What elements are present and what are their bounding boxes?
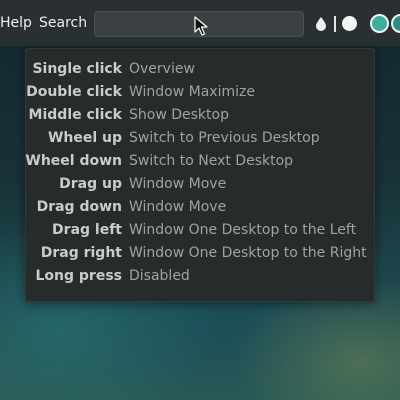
- action-label: Wheel up: [47, 130, 122, 146]
- list-item: Double click Window Maximize: [26, 82, 376, 102]
- circle-white-icon[interactable]: [342, 16, 357, 31]
- effect-label: Window One Desktop to the Right: [129, 245, 367, 261]
- effect-label: Switch to Next Desktop: [129, 153, 294, 169]
- circle-teal-icon[interactable]: [370, 14, 389, 33]
- list-item: Wheel up Switch to Previous Desktop: [26, 128, 376, 148]
- list-item: Long press Disabled: [26, 266, 376, 286]
- effect-label: Window Move: [129, 176, 227, 192]
- effect-label: Overview: [129, 61, 195, 77]
- list-item: Middle click Show Desktop: [26, 105, 376, 125]
- help-menu[interactable]: Help: [0, 14, 32, 32]
- effect-label: Disabled: [129, 268, 190, 284]
- action-label: Drag down: [36, 199, 122, 215]
- list-item: Drag left Window One Desktop to the Left: [26, 220, 376, 240]
- mouse-actions-tooltip: Single click Overview Double click Windo…: [25, 48, 375, 302]
- action-label: Single click: [32, 61, 122, 77]
- circle-teal-icon[interactable]: [391, 14, 400, 33]
- action-label: Double click: [26, 84, 122, 100]
- list-item: Drag down Window Move: [26, 197, 376, 217]
- top-panel: Help Search: [0, 0, 400, 46]
- action-label: Middle click: [28, 107, 122, 123]
- action-label: Wheel down: [25, 153, 122, 169]
- action-label: Drag up: [59, 176, 122, 192]
- separator: [334, 16, 336, 32]
- effect-label: Window One Desktop to the Left: [129, 222, 357, 238]
- list-item: Single click Overview: [26, 59, 376, 79]
- action-label: Drag left: [52, 222, 122, 238]
- effect-label: Show Desktop: [129, 107, 229, 123]
- effect-label: Switch to Previous Desktop: [129, 130, 320, 146]
- effect-label: Window Move: [129, 199, 227, 215]
- search-input[interactable]: [94, 11, 304, 37]
- search-menu[interactable]: Search: [39, 14, 87, 32]
- list-item: Wheel down Switch to Next Desktop: [25, 151, 376, 171]
- action-label: Long press: [35, 268, 123, 284]
- drop-icon[interactable]: [316, 17, 326, 31]
- action-label: Drag right: [40, 245, 122, 261]
- list-item: Drag up Window Move: [26, 174, 376, 194]
- list-item: Drag right Window One Desktop to the Rig…: [26, 243, 376, 263]
- effect-label: Window Maximize: [129, 84, 255, 100]
